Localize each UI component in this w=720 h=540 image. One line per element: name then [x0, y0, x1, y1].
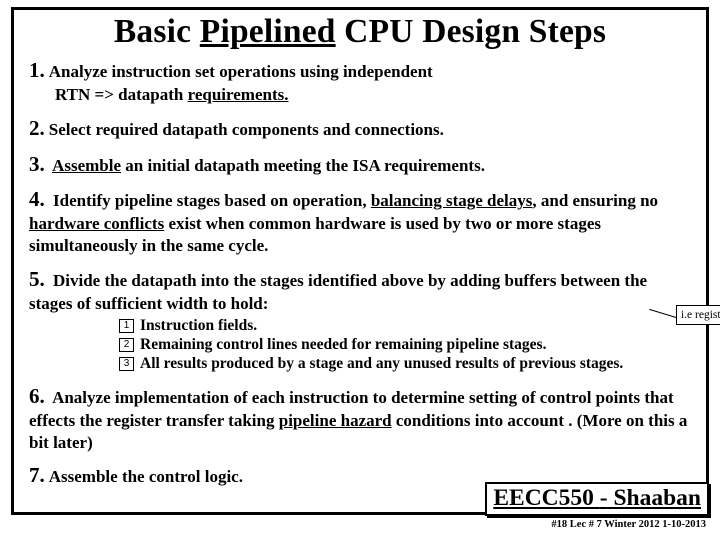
sub-number-box: 3: [119, 357, 134, 371]
step-6-u: pipeline hazard: [279, 411, 392, 430]
step-3: 3. Assemble an initial datapath meeting …: [29, 151, 691, 178]
callout-text: i.e registers: [681, 309, 720, 321]
step-5-sub3-text: All results produced by a stage and any …: [140, 355, 623, 374]
course-author: Shaaban: [608, 485, 701, 511]
step-3-assemble: Assemble: [52, 156, 121, 175]
step-number: 7.: [29, 463, 45, 487]
step-5: 5. Divide the datapath into the stages i…: [29, 266, 691, 374]
sub-number-box: 1: [119, 319, 134, 333]
step-5-sub1: 1 Instruction fields.: [119, 317, 691, 336]
step-1-line1: Analyze instruction set operations using…: [49, 62, 433, 81]
step-number: 4.: [29, 187, 45, 211]
step-1-line2: RTN => datapath requirements.: [29, 84, 691, 106]
step-5-sub3: 3 All results produced by a stage and an…: [119, 355, 691, 374]
steps-list: 1.Analyze instruction set operations usi…: [29, 57, 691, 489]
slide-content: Basic Pipelined CPU Design Steps 1.Analy…: [11, 7, 709, 515]
course-code: EECC550: [493, 485, 599, 511]
step-5-sub2-text: Remaining control lines needed for remai…: [140, 336, 546, 355]
step-1-line2a: RTN => datapath: [55, 85, 188, 104]
step-5-sub2: 2 Remaining control lines needed for rem…: [119, 336, 691, 355]
step-4-u2: hardware conflicts: [29, 214, 164, 233]
callout-box: i.e registers: [676, 305, 720, 325]
step-7-text: Assemble the control logic.: [49, 467, 243, 486]
title-part-a: Basic: [114, 13, 200, 50]
step-5-sublist: i.e registers 1 Instruction fields. 2 Re…: [119, 317, 691, 374]
slide-footer: #18 Lec # 7 Winter 2012 1-10-2013: [551, 519, 706, 530]
course-box: EECC550 - Shaaban: [485, 482, 709, 516]
course-dash: -: [600, 485, 608, 511]
step-5-lead: Divide the datapath into the stages iden…: [29, 271, 647, 313]
step-2: 2.Select required datapath components an…: [29, 115, 691, 142]
step-number: 6.: [29, 384, 45, 408]
footer-text: #18 Lec # 7 Winter 2012 1-10-2013: [551, 519, 706, 530]
step-4-a: Identify pipeline stages based on operat…: [53, 191, 371, 210]
step-number: 1.: [29, 58, 45, 82]
step-number: 3.: [29, 152, 45, 176]
title-part-b: Pipelined: [200, 13, 336, 50]
step-2-text: Select required datapath components and …: [49, 120, 444, 139]
step-1-req: requirements.: [188, 85, 289, 104]
sub-number-box: 2: [119, 338, 134, 352]
step-1: 1.Analyze instruction set operations usi…: [29, 57, 691, 106]
step-3-rest: an initial datapath meeting the ISA requ…: [121, 156, 485, 175]
page-title: Basic Pipelined CPU Design Steps: [29, 13, 691, 51]
step-number: 2.: [29, 116, 45, 140]
step-4-u1: balancing stage delays: [371, 191, 533, 210]
step-4-b: , and ensuring no: [532, 191, 658, 210]
step-number: 5.: [29, 267, 45, 291]
step-4: 4. Identify pipeline stages based on ope…: [29, 186, 691, 256]
step-5-sub1-text: Instruction fields.: [140, 317, 257, 336]
title-part-c: CPU Design Steps: [336, 13, 606, 50]
step-6: 6. Analyze implementation of each instru…: [29, 383, 691, 453]
